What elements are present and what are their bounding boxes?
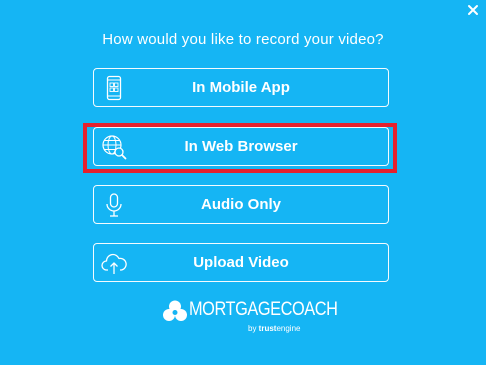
close-icon <box>468 5 478 15</box>
in-mobile-app-button[interactable]: In Mobile App <box>93 68 389 107</box>
logo-brand-bold: trust <box>258 324 277 333</box>
option-label: Upload Video <box>193 254 289 271</box>
logo-wordmark: MORTGAGECOACH <box>189 299 338 320</box>
option-label: In Mobile App <box>192 79 290 96</box>
option-label: Audio Only <box>201 196 281 213</box>
mortgagecoach-logo-icon <box>163 300 187 321</box>
audio-only-button[interactable]: Audio Only <box>93 185 389 224</box>
upload-video-button[interactable]: Upload Video <box>93 243 389 282</box>
logo-byline: by trustengine <box>248 324 300 333</box>
close-button[interactable] <box>466 2 480 16</box>
selection-highlight <box>83 123 397 173</box>
mortgagecoach-logo: MORTGAGECOACH by trustengine <box>162 296 338 340</box>
dialog-prompt: How would you like to record your video? <box>102 31 384 48</box>
logo-brand-rest: engine <box>276 324 301 333</box>
logo-by-text: by <box>248 324 259 333</box>
